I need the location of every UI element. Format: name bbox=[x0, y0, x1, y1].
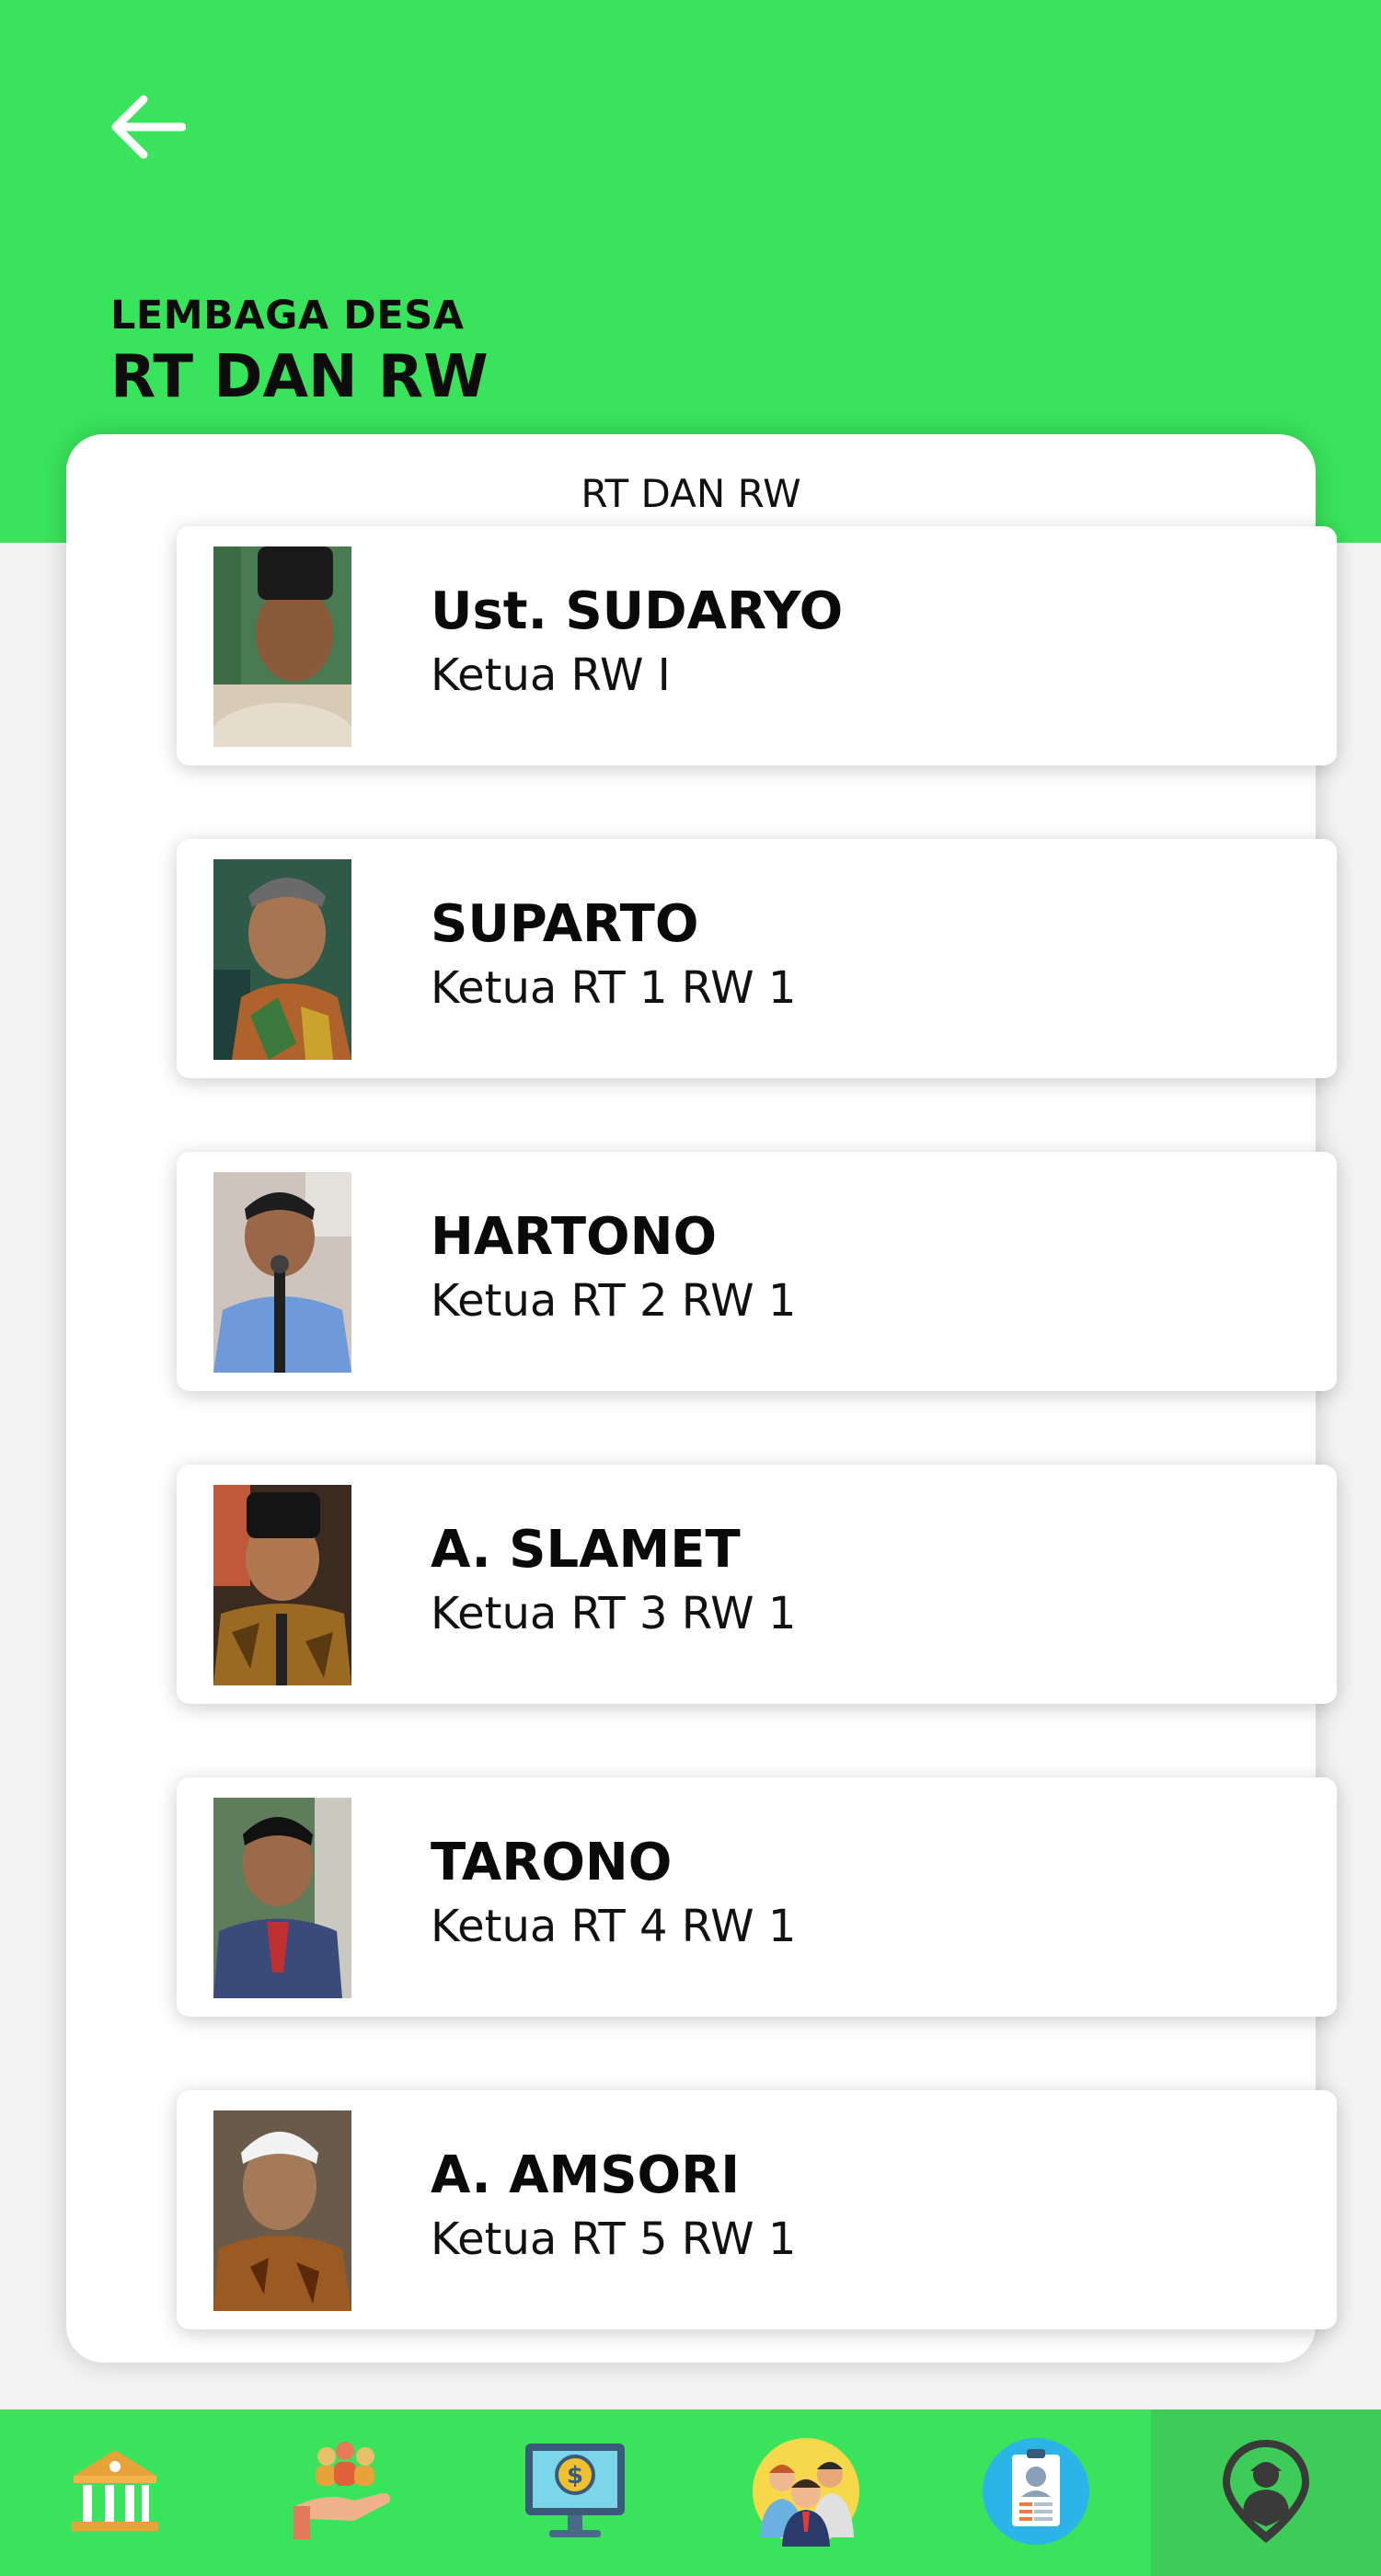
official-card[interactable]: TARONO Ketua RT 4 RW 1 bbox=[177, 1777, 1337, 2017]
official-role: Ketua RT 4 RW 1 bbox=[431, 1901, 797, 1952]
official-card[interactable]: A. SLAMET Ketua RT 3 RW 1 bbox=[177, 1465, 1337, 1704]
nav-people[interactable] bbox=[691, 2409, 921, 2576]
back-button[interactable] bbox=[101, 87, 193, 170]
officials-panel: RT DAN RW Ust. SUDARYO Ketua RW I SUPART… bbox=[66, 434, 1337, 2363]
official-role: Ketua RT 3 RW 1 bbox=[431, 1588, 797, 1639]
official-photo bbox=[213, 1172, 351, 1373]
finance-monitor-icon: $ bbox=[520, 2436, 630, 2550]
id-card-icon bbox=[981, 2436, 1091, 2550]
official-role: Ketua RT 1 RW 1 bbox=[431, 962, 797, 1014]
official-name: SUPARTO bbox=[431, 894, 699, 954]
institution-icon bbox=[64, 2441, 166, 2546]
official-photo bbox=[213, 1485, 351, 1685]
official-photo bbox=[213, 2110, 351, 2311]
official-name: HARTONO bbox=[431, 1207, 718, 1267]
nav-community[interactable] bbox=[230, 2409, 460, 2576]
official-photo bbox=[213, 1798, 351, 1998]
official-card[interactable]: Ust. SUDARYO Ketua RW I bbox=[177, 526, 1337, 765]
page-subtitle: LEMBAGA DESA bbox=[110, 293, 465, 339]
svg-text:$: $ bbox=[567, 2462, 583, 2490]
official-card[interactable]: SUPARTO Ketua RT 1 RW 1 bbox=[177, 839, 1337, 1078]
official-name: Ust. SUDARYO bbox=[431, 581, 844, 641]
official-name: A. AMSORI bbox=[431, 2145, 741, 2205]
location-person-icon bbox=[1215, 2434, 1317, 2552]
page-title: RT DAN RW bbox=[110, 343, 489, 411]
nav-location-person[interactable] bbox=[1150, 2409, 1381, 2576]
bottom-nav: $ bbox=[0, 2409, 1381, 2576]
arrow-left-icon bbox=[109, 94, 187, 164]
nav-finance[interactable]: $ bbox=[460, 2409, 690, 2576]
people-group-icon bbox=[751, 2436, 861, 2550]
official-role: Ketua RT 5 RW 1 bbox=[431, 2214, 797, 2265]
official-card[interactable]: HARTONO Ketua RT 2 RW 1 bbox=[177, 1152, 1337, 1391]
nav-id-card[interactable] bbox=[921, 2409, 1151, 2576]
official-photo bbox=[213, 859, 351, 1060]
panel-title: RT DAN RW bbox=[581, 471, 801, 516]
community-hand-icon bbox=[290, 2436, 400, 2550]
official-role: Ketua RW I bbox=[431, 650, 671, 701]
official-role: Ketua RT 2 RW 1 bbox=[431, 1275, 797, 1327]
official-photo bbox=[213, 546, 351, 747]
official-card[interactable]: A. AMSORI Ketua RT 5 RW 1 bbox=[177, 2090, 1337, 2329]
official-name: A. SLAMET bbox=[431, 1520, 741, 1580]
official-name: TARONO bbox=[431, 1833, 673, 1892]
nav-institution[interactable] bbox=[0, 2409, 230, 2576]
